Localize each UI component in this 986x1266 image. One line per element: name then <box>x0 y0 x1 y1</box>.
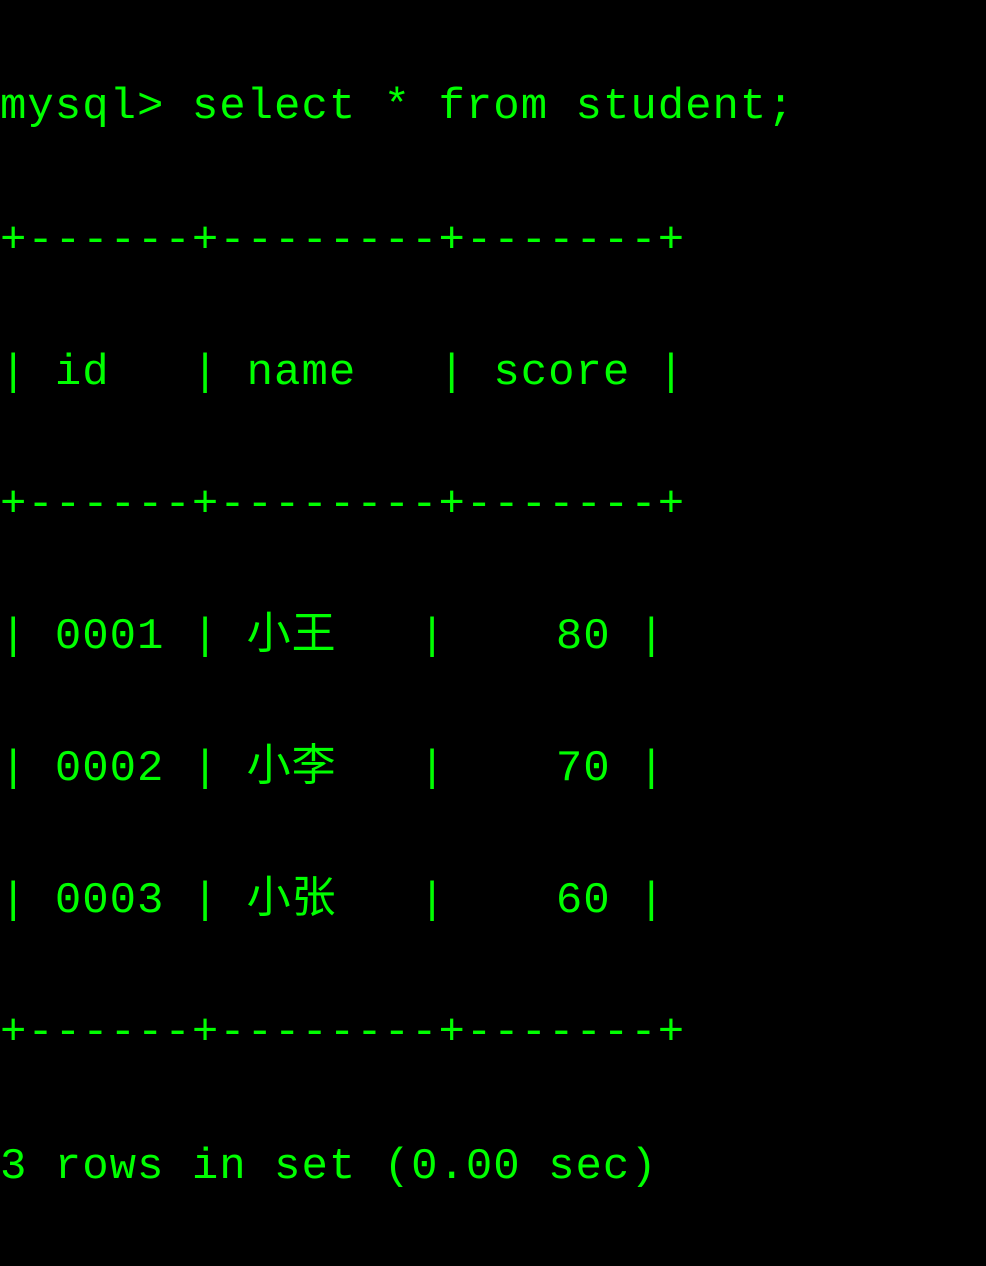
cell-name: 小李 <box>247 744 337 794</box>
cell-score: 80 <box>556 612 611 662</box>
header-id: id <box>55 348 110 398</box>
status-line: 3 rows in set (0.00 sec) <box>0 1134 986 1200</box>
table-row: | 0002 | 小李 | 70 | <box>0 736 986 802</box>
cell-score: 70 <box>556 744 611 794</box>
cell-name: 小王 <box>247 612 337 662</box>
table-border-bot: +------+--------+-------+ <box>0 1000 986 1066</box>
mysql-prompt: mysql> <box>0 82 164 132</box>
cell-id: 0003 <box>55 876 165 926</box>
terminal-output: mysql> select * from student; +------+--… <box>0 8 986 1266</box>
cell-id: 0001 <box>55 612 165 662</box>
cell-id: 0002 <box>55 744 165 794</box>
header-score: score <box>493 348 630 398</box>
table-row: | 0003 | 小张 | 60 | <box>0 868 986 934</box>
table-border-mid: +------+--------+-------+ <box>0 472 986 538</box>
table-header-row: | id | name | score | <box>0 340 986 406</box>
sql-query: select * from student; <box>192 82 795 132</box>
table-border-top: +------+--------+-------+ <box>0 208 986 274</box>
query-line: mysql> select * from student; <box>0 74 986 140</box>
cell-score: 60 <box>556 876 611 926</box>
cell-name: 小张 <box>247 876 337 926</box>
table-row: | 0001 | 小王 | 80 | <box>0 604 986 670</box>
header-name: name <box>247 348 357 398</box>
